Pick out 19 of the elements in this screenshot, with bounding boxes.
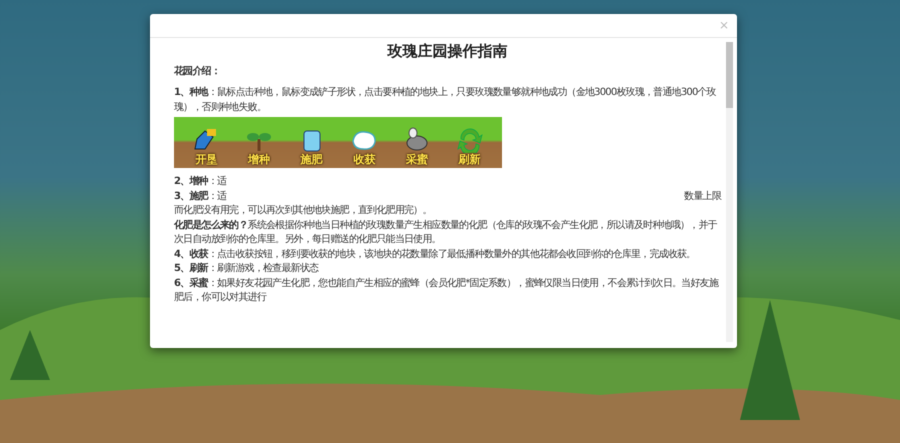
guide-paragraph: 5、刷新：刷新游戏，检查最新状态 [174,263,318,274]
guide-paragraph: 化肥是怎么来的？系统会根据你种地当日种植的玫瑰数量产生相应数量的化肥（仓库的玫瑰不会产生化肥，所以请及时种地哦），并于次日自动放到你的仓库里。另外，每日赠送的化肥只能当日使用。 [174,220,717,245]
guide-paragraph: 4、收获：点击收获按钮，移到要收获的地块，该地块的花数量除了最低播种数量外的其他花都会收回到你的仓库里，完成收获。 [174,248,696,260]
guide-paragraph: 6、采蜜：如果好友花园产生化肥，您也能自产生相应的蜜蜂（会员化肥*固定系数），蜜蜂仅限当日使用，不会累计到次日。当好友施肥后，你可以对其进行 [174,278,718,303]
tool-button[interactable]: 增种 [244,127,274,166]
guide-paragraph: 1、种地：鼠标点击种地，鼠标变成铲子形状，点击要种植的地块上，只要玫瑰数量够就种地成功（金地3000枚玫瑰，普通地300个玫瑰），否则种地失败。 [174,87,716,112]
close-button[interactable]: × [716,18,731,32]
section-heading: 花园介绍： [174,64,222,78]
tool-button[interactable]: 开垦 [191,127,222,166]
tool-button[interactable]: 刷新 [454,127,485,166]
guide-paragraph: 3、施肥：适 [174,190,226,202]
guide-paragraph: 而化肥没有用完，可以再次到其他地块施肥，直到化肥用完）。 [174,205,432,216]
guide-paragraph: 2、增种：适 [174,176,226,187]
tool-button[interactable]: 采蜜 [402,127,432,166]
tool-button[interactable]: 施肥 [296,127,327,166]
guide-text: 数量上限 [684,190,721,204]
tool-icon [454,127,485,153]
tool-button[interactable]: 收获 [349,127,380,166]
dialog-title: 玫瑰庄园操作指南 [386,44,508,58]
